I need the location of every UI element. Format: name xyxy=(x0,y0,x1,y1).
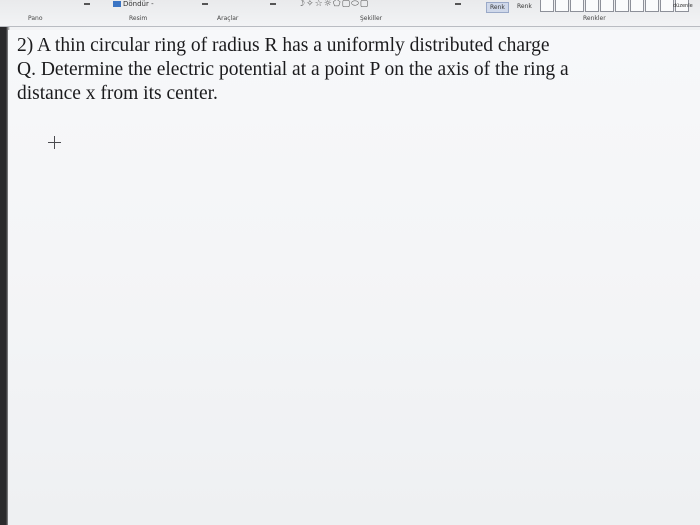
rotate-label: Döndür xyxy=(123,0,149,8)
rotate-dropdown-icon: - xyxy=(151,0,154,8)
ribbon-toolbar: Döndür - ☽✧☆☼⬠▢⬭▢ Renk Renk düzenle Pano… xyxy=(0,0,700,27)
rotate-button[interactable]: Döndür - xyxy=(113,0,154,8)
ribbon-handle xyxy=(84,3,90,5)
palette-swatch[interactable] xyxy=(585,0,599,12)
ribbon-handle xyxy=(202,3,208,5)
group-label-shapes: Şekiller xyxy=(360,15,383,22)
drawing-canvas[interactable]: 2) A thin circular ring of radius R has … xyxy=(8,30,700,525)
group-label-clipboard: Pano xyxy=(28,15,43,22)
question-text: 2) A thin circular ring of radius R has … xyxy=(17,35,569,104)
palette-swatch[interactable] xyxy=(660,0,674,12)
palette-swatch[interactable] xyxy=(645,0,659,12)
group-label-tools: Araçlar xyxy=(217,15,239,22)
color2-button[interactable]: Renk xyxy=(514,2,535,11)
paint-window: Döndür - ☽✧☆☼⬠▢⬭▢ Renk Renk düzenle Pano… xyxy=(0,0,700,525)
ribbon-handle xyxy=(455,3,461,5)
ribbon-handle xyxy=(270,3,276,5)
palette-swatch[interactable] xyxy=(615,0,629,12)
rotate-icon xyxy=(113,1,121,7)
color-palette[interactable] xyxy=(540,0,690,12)
group-label-colors: Renkler xyxy=(583,15,606,22)
edit-colors-button[interactable]: düzenle xyxy=(673,3,693,9)
palette-swatch[interactable] xyxy=(570,0,584,12)
crosshair-cursor-icon xyxy=(48,136,61,149)
palette-swatch[interactable] xyxy=(555,0,569,12)
palette-swatch[interactable] xyxy=(540,0,554,12)
palette-swatch[interactable] xyxy=(600,0,614,12)
shapes-gallery[interactable]: ☽✧☆☼⬠▢⬭▢ xyxy=(297,0,369,9)
palette-swatch[interactable] xyxy=(630,0,644,12)
color1-button[interactable]: Renk xyxy=(486,2,509,13)
group-label-image: Resim xyxy=(129,15,148,22)
